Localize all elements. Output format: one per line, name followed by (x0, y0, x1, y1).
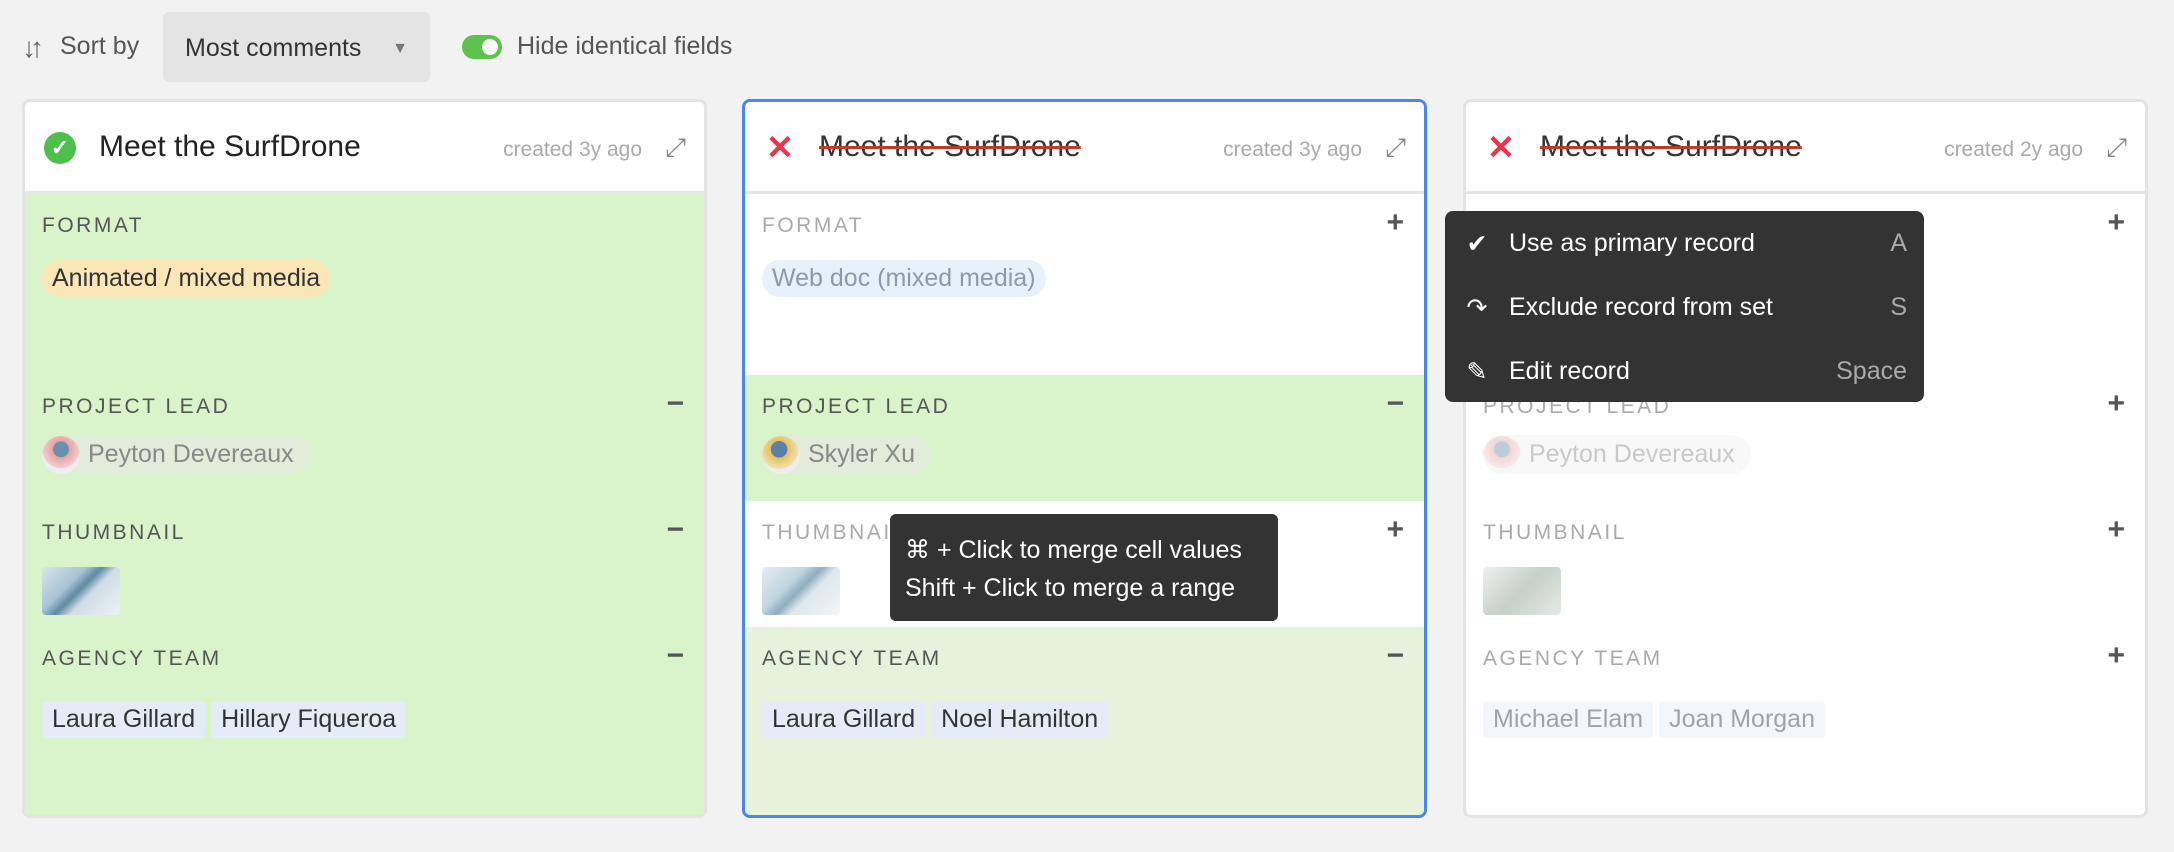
field-label: THUMBNAIL (1483, 521, 1627, 544)
field-thumbnail[interactable]: THUMBNAIL − (25, 501, 704, 627)
field-label: FORMAT (42, 214, 145, 237)
record-title: Meet the SurfDrone (99, 130, 361, 163)
menu-item-use-as-primary[interactable]: ✔ Use as primary record A (1445, 211, 1924, 275)
created-time: created 3y ago (503, 138, 642, 161)
record-card[interactable]: ✕ Meet the SurfDrone created 3y ago ⤢ FO… (742, 99, 1427, 818)
plus-icon[interactable]: + (1386, 206, 1404, 240)
menu-item-label: Use as primary record (1509, 229, 1755, 257)
thumbnail-image (762, 567, 840, 615)
field-label: PROJECT LEAD (42, 395, 231, 418)
record-title: Meet the SurfDrone (819, 130, 1081, 163)
tooltip-line: ⌘ + Click to merge cell values (905, 536, 1242, 564)
thumbnail-image (1483, 567, 1561, 615)
menu-item-label: Exclude record from set (1509, 293, 1773, 321)
team-chip: Laura Gillard (42, 701, 206, 738)
team-chip: Joan Morgan (1659, 701, 1825, 738)
field-agency-team[interactable]: AGENCY TEAM + Michael Elam Joan Morgan (1466, 627, 2145, 815)
field-project-lead[interactable]: PROJECT LEAD − Peyton Devereaux (25, 375, 704, 501)
minus-icon[interactable]: − (1386, 387, 1404, 421)
check-icon: ✔ (1466, 230, 1488, 258)
minus-icon[interactable]: − (1386, 639, 1404, 673)
created-time: created 3y ago (1223, 138, 1362, 161)
expand-icon[interactable]: ⤢ (1385, 132, 1406, 164)
person-chip: Peyton Devereaux (1483, 435, 1751, 475)
field-format[interactable]: FORMAT + Web doc (mixed media) (745, 194, 1424, 375)
avatar (762, 436, 800, 475)
record-card[interactable]: ✓ Meet the SurfDrone created 3y ago ⤢ FO… (22, 99, 707, 818)
plus-icon[interactable]: + (2107, 513, 2125, 547)
menu-item-edit[interactable]: ✎ Edit record Space (1445, 339, 1924, 403)
thumbnail-image (42, 567, 120, 615)
created-time: created 2y ago (1944, 138, 2083, 161)
sort-label: Sort by (60, 32, 140, 60)
field-agency-team[interactable]: AGENCY TEAM − Laura Gillard Noel Hamilton (745, 627, 1424, 815)
record-context-menu: ✔ Use as primary record A ↷ Exclude reco… (1445, 211, 1924, 402)
expand-icon[interactable]: ⤢ (665, 132, 686, 164)
field-label: AGENCY TEAM (42, 647, 222, 670)
field-format[interactable]: FORMAT Animated / mixed media (25, 194, 704, 375)
person-name: Skyler Xu (808, 440, 915, 468)
hide-identical-toggle[interactable] (462, 35, 502, 59)
sort-arrows-icon: ↓↑ (22, 32, 44, 63)
menu-item-label: Edit record (1509, 357, 1630, 385)
toolbar: ↓↑ Sort by Most comments ▼ Hide identical… (0, 0, 2174, 95)
team-chip: Laura Gillard (762, 701, 926, 738)
menu-item-shortcut: Space (1836, 357, 1907, 385)
x-icon[interactable]: ✕ (1485, 131, 1517, 165)
caret-down-icon: ▼ (392, 40, 408, 57)
field-thumbnail[interactable]: THUMBNAIL + (1466, 501, 2145, 627)
plus-icon[interactable]: + (1386, 513, 1404, 547)
field-project-lead[interactable]: PROJECT LEAD − Skyler Xu (745, 375, 1424, 501)
person-name: Peyton Devereaux (1529, 440, 1735, 468)
minus-icon[interactable]: − (666, 639, 684, 673)
field-agency-team[interactable]: AGENCY TEAM − Laura Gillard Hillary Fique… (25, 627, 704, 815)
field-label: AGENCY TEAM (762, 647, 942, 670)
sort-dropdown[interactable]: Most comments ▼ (163, 12, 430, 82)
tooltip-line: Shift + Click to merge a range (905, 574, 1236, 602)
team-chip: Michael Elam (1483, 701, 1654, 738)
field-label: PROJECT LEAD (762, 395, 951, 418)
minus-icon[interactable]: − (666, 513, 684, 547)
record-title: Meet the SurfDrone (1540, 130, 1802, 163)
merge-tooltip: ⌘ + Click to merge cell values Shift + C… (890, 514, 1278, 621)
expand-icon[interactable]: ⤢ (2106, 132, 2127, 164)
format-chip: Animated / mixed media (42, 260, 331, 297)
person-chip: Peyton Devereaux (42, 435, 310, 475)
format-chip: Web doc (mixed media) (762, 260, 1046, 297)
menu-item-shortcut: A (1890, 229, 1907, 257)
record-header: ✓ Meet the SurfDrone created 3y ago ⤢ (25, 102, 704, 194)
field-label: FORMAT (762, 214, 865, 237)
field-label: AGENCY TEAM (1483, 647, 1663, 670)
menu-item-shortcut: S (1890, 293, 1907, 321)
record-header: ✕ Meet the SurfDrone created 2y ago ⤢ (1466, 102, 2145, 194)
minus-icon[interactable]: − (666, 387, 684, 421)
plus-icon[interactable]: + (2107, 639, 2125, 673)
record-card[interactable]: ✕ Meet the SurfDrone created 2y ago ⤢ FO… (1463, 99, 2148, 818)
redo-arrow-icon: ↷ (1466, 294, 1488, 322)
plus-icon[interactable]: + (2107, 387, 2125, 421)
sort-value: Most comments (185, 34, 362, 62)
toggle-knob (482, 39, 498, 55)
avatar (42, 436, 80, 475)
toggle-label: Hide identical fields (517, 32, 733, 60)
check-circle-icon[interactable]: ✓ (44, 132, 76, 164)
team-chip: Noel Hamilton (931, 701, 1109, 738)
team-chip: Hillary Fiqueroa (211, 701, 407, 738)
menu-item-exclude[interactable]: ↷ Exclude record from set S (1445, 275, 1924, 339)
field-label: THUMBNAIL (42, 521, 186, 544)
person-name: Peyton Devereaux (88, 440, 294, 468)
plus-icon[interactable]: + (2107, 206, 2125, 240)
avatar (1483, 436, 1521, 475)
pencil-icon: ✎ (1466, 358, 1488, 386)
x-icon[interactable]: ✕ (764, 131, 796, 165)
record-header: ✕ Meet the SurfDrone created 3y ago ⤢ (745, 102, 1424, 194)
person-chip: Skyler Xu (762, 435, 931, 475)
